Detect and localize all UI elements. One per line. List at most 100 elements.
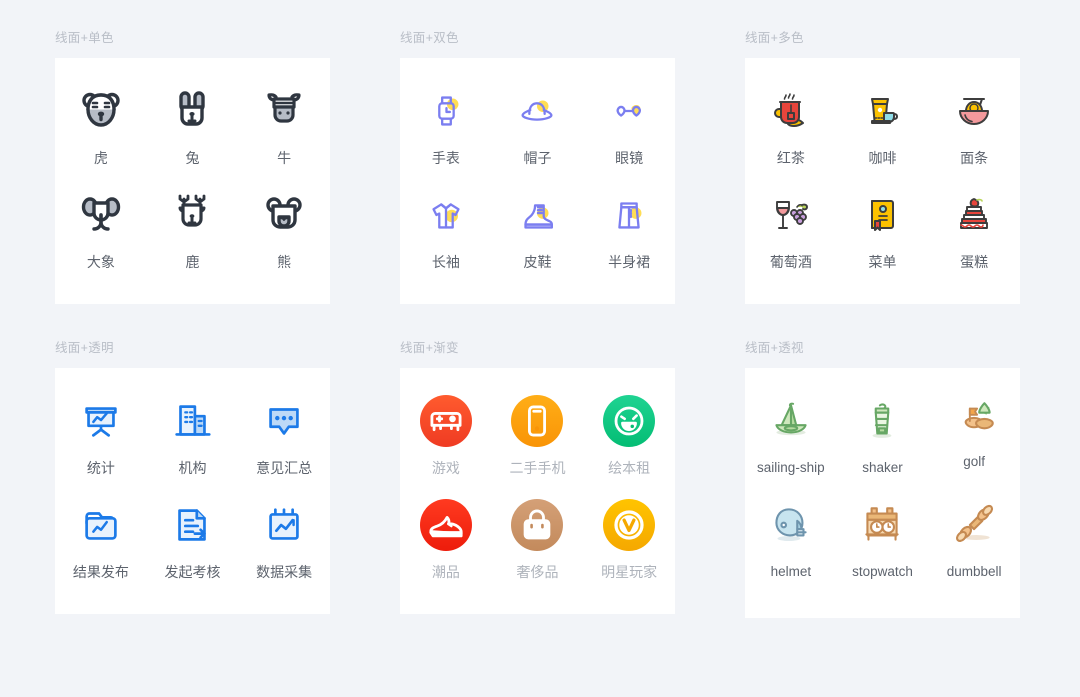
cake-icon bbox=[950, 184, 998, 246]
panel-label: 线面+透视 bbox=[745, 341, 804, 355]
icon-cell-hat[interactable]: 帽子 bbox=[492, 80, 582, 184]
icon-caption: 手表 bbox=[431, 150, 460, 166]
panel-gradient: 线面+渐变 游戏 二手手机 绘本租 潮品 奢侈品 明星玩家 bbox=[400, 340, 690, 635]
icon-caption: 鹿 bbox=[185, 254, 200, 270]
icon-card: 红茶 咖啡 面条 葡萄酒 菜单 蛋糕 bbox=[745, 58, 1020, 304]
panel-label: 线面+双色 bbox=[400, 31, 459, 45]
tiger-icon bbox=[77, 80, 125, 142]
icon-caption: 明星玩家 bbox=[601, 564, 658, 580]
start-assessment-icon bbox=[169, 494, 215, 556]
icon-card: 虎 兔 牛 大象 鹿 熊 bbox=[55, 58, 330, 304]
noodles-icon bbox=[950, 80, 998, 142]
stopwatch-icon bbox=[857, 494, 907, 556]
icon-caption: 游戏 bbox=[431, 460, 460, 476]
icon-caption: 皮鞋 bbox=[523, 254, 552, 270]
icon-cell-statistics-board[interactable]: 统计 bbox=[56, 390, 146, 494]
icon-cell-tiger[interactable]: 虎 bbox=[56, 80, 146, 184]
icon-caption: stopwatch bbox=[852, 564, 913, 579]
icon-caption: 半身裙 bbox=[608, 254, 651, 270]
panel-label: 线面+多色 bbox=[745, 31, 804, 45]
icon-caption: dumbbell bbox=[946, 564, 1002, 579]
icon-cell-result-publish-folder[interactable]: 结果发布 bbox=[56, 494, 146, 598]
statistics-board-icon bbox=[78, 390, 124, 452]
icon-cell-helmet[interactable]: helmet bbox=[746, 494, 836, 598]
icon-caption: 机构 bbox=[178, 460, 207, 476]
icon-cell-deer[interactable]: 鹿 bbox=[147, 184, 237, 288]
icon-caption: 虎 bbox=[93, 150, 108, 166]
icon-caption: 结果发布 bbox=[72, 564, 129, 580]
deer-icon bbox=[168, 184, 216, 246]
icon-caption: golf bbox=[963, 454, 986, 469]
icon-caption: 奢侈品 bbox=[516, 564, 559, 580]
icon-caption: 牛 bbox=[277, 150, 292, 166]
icon-cell-bear[interactable]: 熊 bbox=[239, 184, 329, 288]
icon-caption: 发起考核 bbox=[164, 564, 221, 580]
icon-cell-picture-book-rental[interactable]: 绘本租 bbox=[584, 390, 674, 494]
icon-cell-organization-building[interactable]: 机构 bbox=[147, 390, 237, 494]
icon-cell-long-sleeve-shirt[interactable]: 长袖 bbox=[401, 184, 491, 288]
icon-caption: 葡萄酒 bbox=[769, 254, 812, 270]
sailing-ship-icon bbox=[766, 390, 816, 452]
helmet-icon bbox=[766, 494, 816, 556]
icon-cell-sneaker[interactable]: 潮品 bbox=[401, 494, 491, 598]
icon-cell-elephant[interactable]: 大象 bbox=[56, 184, 146, 288]
icon-cell-black-tea[interactable]: 红茶 bbox=[746, 80, 836, 184]
icon-caption: 绘本租 bbox=[608, 460, 651, 476]
icon-cell-dumbbell[interactable]: dumbbell bbox=[929, 494, 1019, 598]
icon-cell-noodles[interactable]: 面条 bbox=[929, 80, 1019, 184]
icon-cell-skirt[interactable]: 半身裙 bbox=[584, 184, 674, 288]
panel-label: 线面+透明 bbox=[55, 341, 114, 355]
icon-caption: 菜单 bbox=[868, 254, 897, 270]
icon-cell-sailing-ship[interactable]: sailing-ship bbox=[746, 390, 836, 494]
icon-cell-cake[interactable]: 蛋糕 bbox=[929, 184, 1019, 288]
icon-cell-leather-boot[interactable]: 皮鞋 bbox=[492, 184, 582, 288]
icon-cell-star-player[interactable]: 明星玩家 bbox=[584, 494, 674, 598]
icon-cell-menu-book[interactable]: 菜单 bbox=[837, 184, 927, 288]
icon-cell-second-hand-phone[interactable]: 二手手机 bbox=[492, 390, 582, 494]
ox-icon bbox=[260, 80, 308, 142]
icon-caption: 数据采集 bbox=[256, 564, 313, 580]
icon-card: 游戏 二手手机 绘本租 潮品 奢侈品 明星玩家 bbox=[400, 368, 675, 614]
icon-cell-data-collection[interactable]: 数据采集 bbox=[239, 494, 329, 598]
icon-caption: 大象 bbox=[86, 254, 115, 270]
icon-style-board: 线面+单色 虎 兔 牛 大象 鹿 熊 线面+双色 手表 帽子 眼镜 长袖 皮鞋 … bbox=[0, 0, 1080, 697]
icon-caption: 意见汇总 bbox=[256, 460, 313, 476]
panel-transparent: 线面+透明 统计 机构 意见汇总 结果发布 发起考核 数据采集 bbox=[55, 340, 345, 635]
panel-duotone: 线面+双色 手表 帽子 眼镜 长袖 皮鞋 半身裙 bbox=[400, 30, 690, 340]
feedback-summary-icon bbox=[261, 390, 307, 452]
shaker-icon bbox=[857, 390, 907, 452]
icon-cell-start-assessment[interactable]: 发起考核 bbox=[147, 494, 237, 598]
panel-mono: 线面+单色 虎 兔 牛 大象 鹿 熊 bbox=[55, 30, 345, 340]
icon-cell-watch[interactable]: 手表 bbox=[401, 80, 491, 184]
icon-caption: 二手手机 bbox=[509, 460, 566, 476]
icon-caption: 帽子 bbox=[523, 150, 552, 166]
wine-icon bbox=[767, 184, 815, 246]
icon-cell-stopwatch[interactable]: stopwatch bbox=[837, 494, 927, 598]
result-publish-folder-icon bbox=[78, 494, 124, 556]
icon-cell-coffee[interactable]: 咖啡 bbox=[837, 80, 927, 184]
black-tea-icon bbox=[767, 80, 815, 142]
icon-cell-feedback-summary[interactable]: 意见汇总 bbox=[239, 390, 329, 494]
icon-card: 手表 帽子 眼镜 长袖 皮鞋 半身裙 bbox=[400, 58, 675, 304]
gamepad-icon bbox=[419, 390, 472, 452]
icon-cell-golf[interactable]: golf bbox=[929, 390, 1019, 494]
picture-book-rental-icon bbox=[603, 390, 656, 452]
icon-cell-shaker[interactable]: shaker bbox=[837, 390, 927, 494]
menu-book-icon bbox=[858, 184, 906, 246]
watch-icon bbox=[423, 80, 469, 142]
icon-cell-luxury-bag[interactable]: 奢侈品 bbox=[492, 494, 582, 598]
golf-icon bbox=[949, 390, 999, 452]
icon-card: 统计 机构 意见汇总 结果发布 发起考核 数据采集 bbox=[55, 368, 330, 614]
icon-cell-ox[interactable]: 牛 bbox=[239, 80, 329, 184]
icon-cell-rabbit[interactable]: 兔 bbox=[147, 80, 237, 184]
icon-caption: 眼镜 bbox=[615, 150, 644, 166]
icon-cell-wine[interactable]: 葡萄酒 bbox=[746, 184, 836, 288]
icon-caption: shaker bbox=[862, 460, 903, 475]
organization-building-icon bbox=[169, 390, 215, 452]
icon-cell-glasses[interactable]: 眼镜 bbox=[584, 80, 674, 184]
luxury-bag-icon bbox=[511, 494, 564, 556]
rabbit-icon bbox=[168, 80, 216, 142]
icon-cell-gamepad[interactable]: 游戏 bbox=[401, 390, 491, 494]
icon-caption: 统计 bbox=[86, 460, 115, 476]
icon-caption: 咖啡 bbox=[868, 150, 897, 166]
